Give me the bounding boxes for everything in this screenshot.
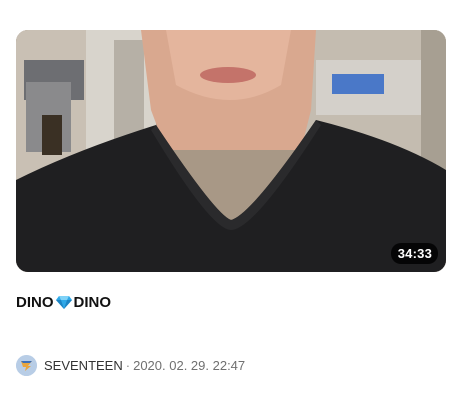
video-title[interactable]: DINO DINO [16, 292, 446, 312]
video-duration-badge: 34:33 [390, 243, 438, 264]
video-title-part-2: DINO [73, 293, 112, 311]
diamond-emoji-icon [55, 296, 72, 309]
meta-separator: · [125, 358, 131, 373]
channel-avatar[interactable] [16, 355, 37, 376]
channel-name[interactable]: SEVENTEEN [44, 358, 123, 373]
video-title-part-1: DINO [16, 293, 54, 311]
video-card[interactable]: 34:33 DINO DINO SEVENTEEN · 2020. 02. 29… [16, 30, 446, 376]
video-thumbnail[interactable]: 34:33 [16, 30, 446, 272]
video-meta: SEVENTEEN · 2020. 02. 29. 22:47 [16, 355, 446, 376]
seventeen-logo-icon [16, 355, 37, 376]
thumbnail-image [16, 30, 446, 272]
upload-date: 2020. 02. 29. 22:47 [133, 358, 246, 373]
